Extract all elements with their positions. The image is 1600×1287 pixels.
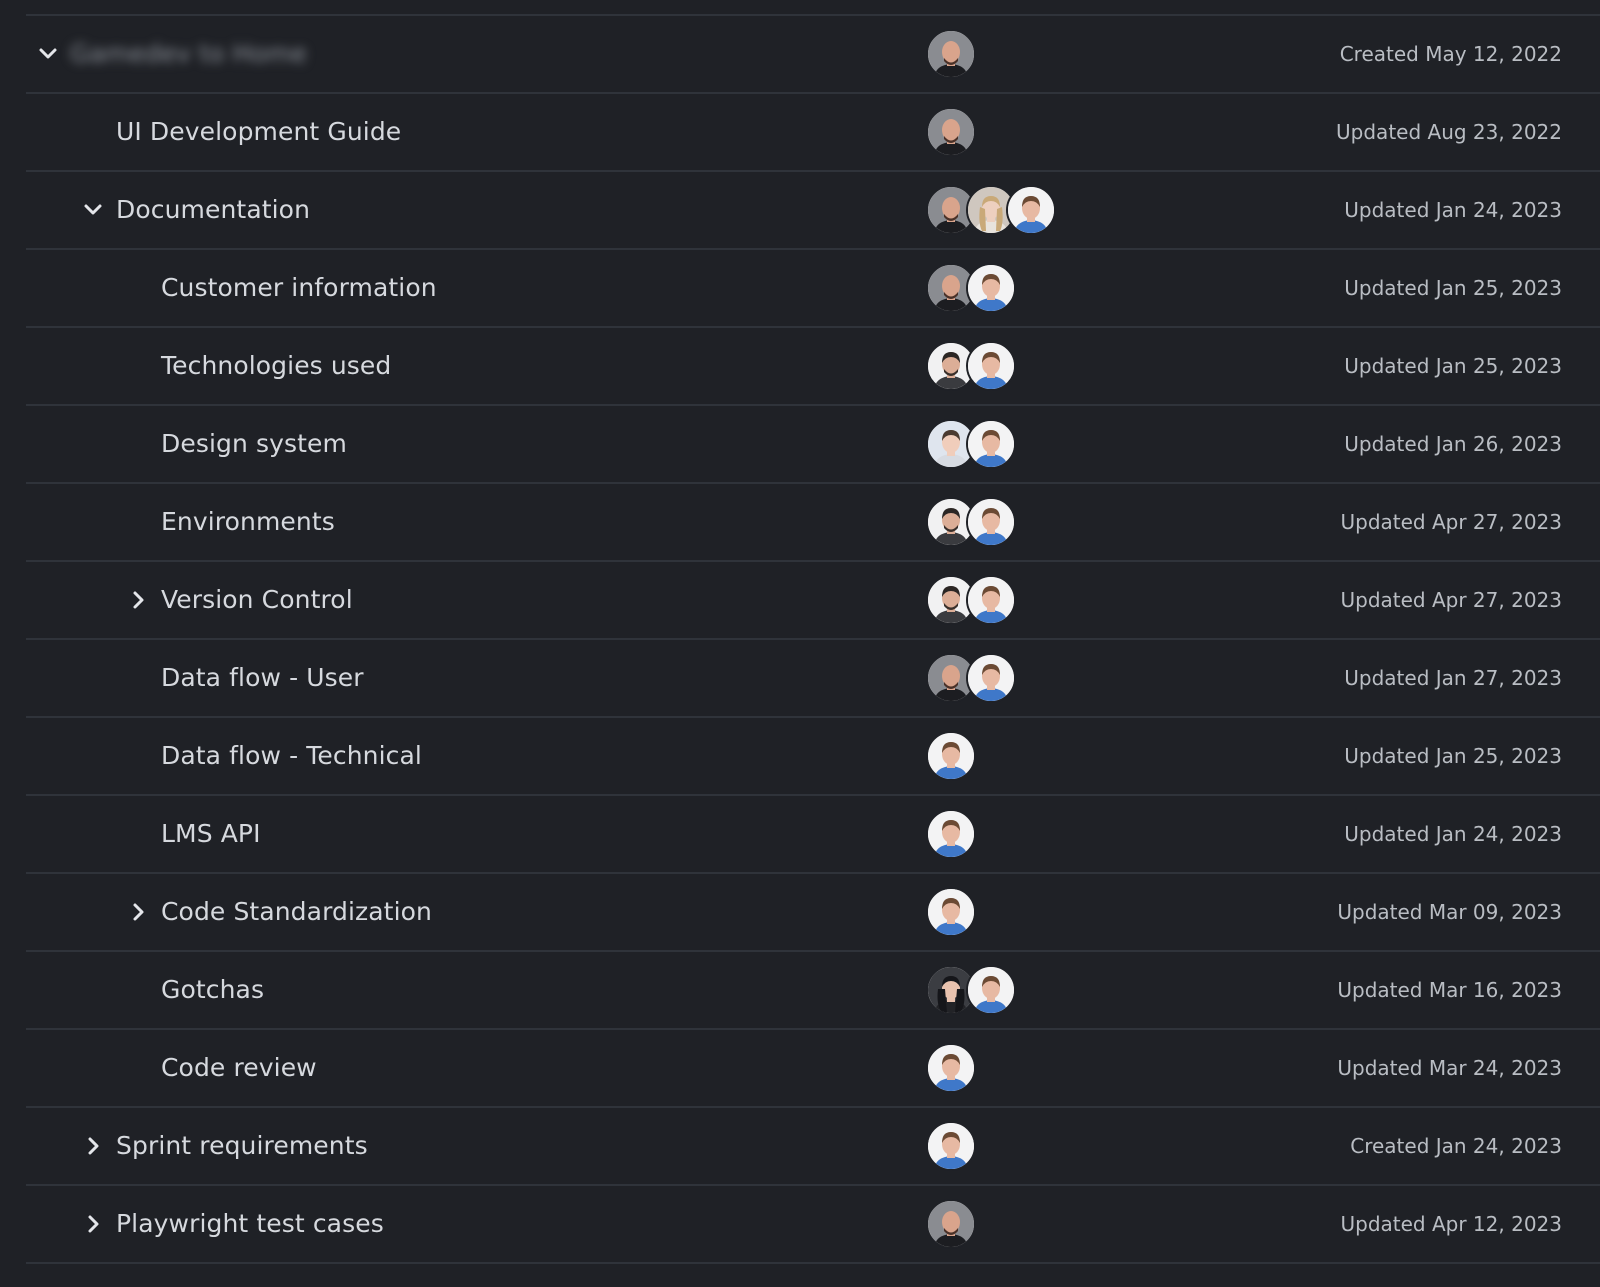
status-date: Updated Jan 26, 2023 [1344,432,1562,456]
bald-beard-avatar[interactable] [926,29,976,79]
status-date: Created Jan 24, 2023 [1350,1134,1562,1158]
status-date: Updated Jan 25, 2023 [1344,744,1562,768]
tree-row[interactable]: Design system Updated Jan 26, 2023 [26,406,1600,484]
blue-shirt-man-avatar[interactable] [926,1121,976,1171]
page-title-link[interactable]: Data flow - User [161,640,364,716]
status-date: Updated Apr 27, 2023 [1340,510,1562,534]
status-date: Created May 12, 2022 [1339,42,1562,66]
tree-row[interactable]: Documentation Updated Jan 24, 2023 [26,172,1600,250]
contributors-avatars [926,1199,976,1249]
tree-row[interactable]: Environments Updated Apr 27, 2023 [26,484,1600,562]
status-date: Updated Jan 27, 2023 [1344,666,1562,690]
page-tree: Gamedev to Home Created May 12, 2022 UI De… [26,14,1600,1264]
page-title-link[interactable]: LMS API [161,796,261,872]
chevron-right-icon[interactable] [82,1135,104,1157]
blue-shirt-man-avatar[interactable] [926,809,976,859]
status-date: Updated Jan 25, 2023 [1344,276,1562,300]
status-date: Updated Jan 24, 2023 [1344,198,1562,222]
contributors-avatars [926,1043,976,1093]
contributors-avatars [926,965,1016,1015]
blue-shirt-man-avatar[interactable] [966,575,1016,625]
page-title-link[interactable]: Sprint requirements [116,1108,368,1184]
tree-row[interactable]: Data flow - Technical Updated Jan 25, 202… [26,718,1600,796]
page-title-link[interactable]: Playwright test cases [116,1186,384,1262]
tree-row[interactable]: Technologies used Updated Jan 25, 2023 [26,328,1600,406]
tree-row[interactable]: Gamedev to Home Created May 12, 2022 [26,16,1600,94]
contributors-avatars [926,341,1016,391]
contributors-avatars [926,887,976,937]
chevron-down-icon[interactable] [37,43,59,65]
blue-shirt-man-avatar[interactable] [966,653,1016,703]
contributors-avatars [926,1121,976,1171]
blue-shirt-man-avatar[interactable] [1006,185,1056,235]
bald-beard-avatar[interactable] [926,107,976,157]
contributors-avatars [926,731,976,781]
bald-beard-avatar[interactable] [926,1199,976,1249]
chevron-right-icon[interactable] [127,589,149,611]
chevron-down-icon[interactable] [82,199,104,221]
blue-shirt-man-avatar[interactable] [966,263,1016,313]
blue-shirt-man-avatar[interactable] [966,965,1016,1015]
page-title-link[interactable]: Documentation [116,172,310,248]
tree-row[interactable]: Version Control Updated Apr 27, 2023 [26,562,1600,640]
status-date: Updated Apr 12, 2023 [1340,1212,1562,1236]
tree-row[interactable]: LMS API Updated Jan 24, 2023 [26,796,1600,874]
blue-shirt-man-avatar[interactable] [966,497,1016,547]
status-date: Updated Mar 09, 2023 [1337,900,1562,924]
blue-shirt-man-avatar[interactable] [926,731,976,781]
status-date: Updated Jan 25, 2023 [1344,354,1562,378]
contributors-avatars [926,497,1016,547]
page-title-link[interactable]: UI Development Guide [116,94,401,170]
page-title-link[interactable]: Technologies used [161,328,391,404]
chevron-right-icon[interactable] [82,1213,104,1235]
status-date: Updated Mar 24, 2023 [1337,1056,1562,1080]
page-title-link[interactable]: Environments [161,484,335,560]
tree-row[interactable]: Playwright test cases Updated Apr 12, 202… [26,1186,1600,1264]
tree-row[interactable]: Code review Updated Mar 24, 2023 [26,1030,1600,1108]
page-title-link[interactable]: Design system [161,406,347,482]
status-date: Updated Mar 16, 2023 [1337,978,1562,1002]
tree-row[interactable]: Sprint requirements Created Jan 24, 2023 [26,1108,1600,1186]
page-title-link[interactable]: Version Control [161,562,353,638]
status-date: Updated Apr 27, 2023 [1340,588,1562,612]
contributors-avatars [926,575,1016,625]
blue-shirt-man-avatar[interactable] [966,341,1016,391]
tree-row[interactable]: Data flow - User Updated Jan 27, 2023 [26,640,1600,718]
contributors-avatars [926,419,1016,469]
page-title-link[interactable]: Code Standardization [161,874,432,950]
contributors-avatars [926,809,976,859]
page-title-link[interactable]: Code review [161,1030,317,1106]
blue-shirt-man-avatar[interactable] [966,419,1016,469]
blue-shirt-man-avatar[interactable] [926,1043,976,1093]
page-title-link[interactable]: Gamedev to Home [70,16,307,92]
page-title-link[interactable]: Gotchas [161,952,264,1028]
contributors-avatars [926,653,1016,703]
tree-row[interactable]: Customer information Updated Jan 25, 2023 [26,250,1600,328]
contributors-avatars [926,185,1056,235]
chevron-right-icon[interactable] [127,901,149,923]
tree-row[interactable]: UI Development Guide Updated Aug 23, 2022 [26,94,1600,172]
page-title-link[interactable]: Data flow - Technical [161,718,422,794]
contributors-avatars [926,29,976,79]
blue-shirt-man-avatar[interactable] [926,887,976,937]
contributors-avatars [926,263,1016,313]
status-date: Updated Aug 23, 2022 [1336,120,1562,144]
page-title-link[interactable]: Customer information [161,250,437,326]
page-tree-view: Gamedev to Home Created May 12, 2022 UI De… [0,0,1600,1287]
tree-row[interactable]: Code Standardization Updated Mar 09, 2023 [26,874,1600,952]
status-date: Updated Jan 24, 2023 [1344,822,1562,846]
contributors-avatars [926,107,976,157]
tree-row[interactable]: Gotchas Updated Mar 16, 2023 [26,952,1600,1030]
